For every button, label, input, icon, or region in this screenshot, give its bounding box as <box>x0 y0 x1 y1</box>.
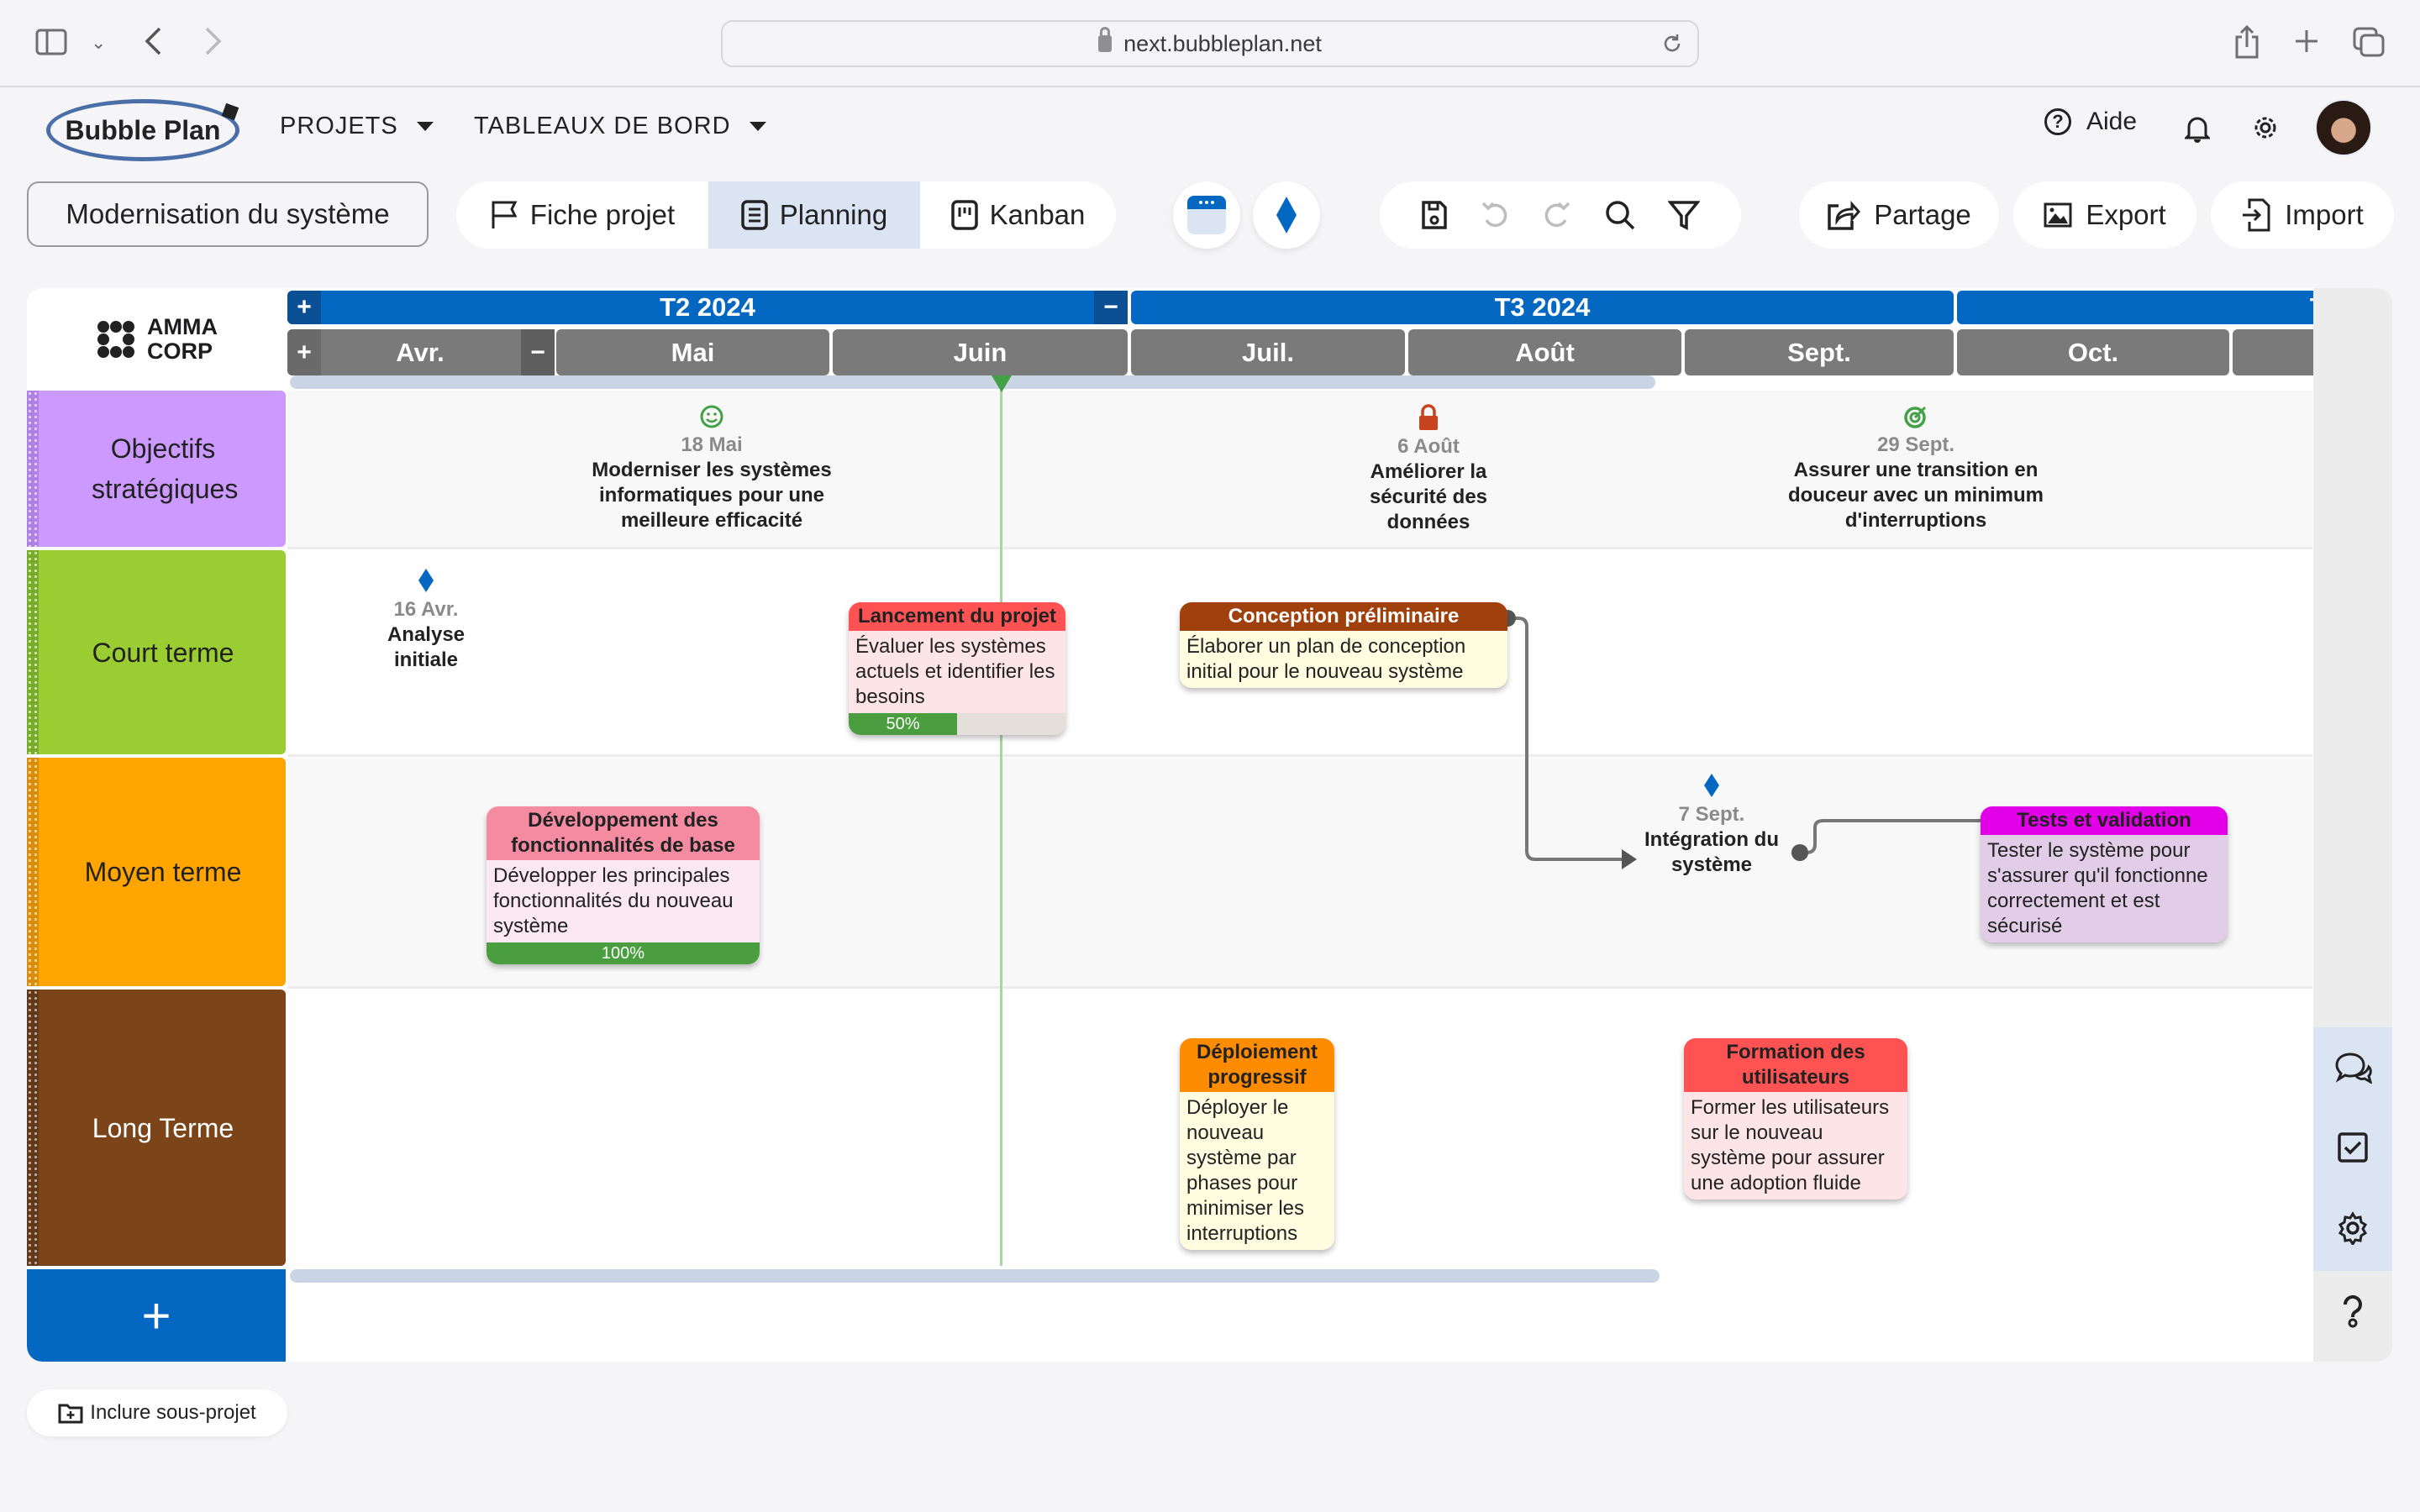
add-lane-button[interactable]: + <box>27 1269 286 1362</box>
share-button[interactable]: Partage <box>1799 181 1999 249</box>
url-bar[interactable]: next.bubbleplan.net <box>721 20 1699 67</box>
progress-fill: 100% <box>487 942 760 964</box>
share-label: Partage <box>1874 199 1971 230</box>
task-description: Déployer le nouveau système par phases p… <box>1186 1096 1305 1245</box>
dependency-links <box>1507 617 1998 869</box>
task-title: Conception préliminaire <box>1180 602 1507 631</box>
tabs-overview-icon[interactable] <box>2353 27 2385 57</box>
help-button[interactable]: ? Aide <box>2044 108 2137 136</box>
bell-icon[interactable] <box>2185 114 2210 143</box>
help-label: Aide <box>2086 108 2138 135</box>
diamond-icon <box>1276 197 1297 234</box>
kanban-icon <box>950 200 978 230</box>
task-title: Formation des utilisateurs <box>1684 1038 1907 1092</box>
dependency-link[interactable] <box>1507 617 1623 861</box>
task-description: Tester le système pour s'assurer qu'il f… <box>1987 839 2208 937</box>
save-icon[interactable] <box>1421 200 1448 230</box>
project-name: Modernisation du système <box>66 198 390 229</box>
user-avatar[interactable] <box>2315 99 2372 156</box>
bubble-plan-logo[interactable]: Bubble Plan <box>46 99 239 161</box>
include-subproject-button[interactable]: Inclure sous-projet <box>27 1389 287 1436</box>
progress-fill: 50% <box>849 713 957 735</box>
nav-tableaux-de-bord[interactable]: TABLEAUX DE BORD <box>474 113 766 140</box>
browser-chrome: ⌄ next.bubbleplan.net <box>0 0 2420 87</box>
nav-projets[interactable]: PROJETS <box>280 113 434 140</box>
lock-icon <box>1098 27 1113 52</box>
tab-kanban-label: Kanban <box>989 199 1086 230</box>
planning-board: AMMA CORP T2 2024 + − T3 2024 T4 Avr. + … <box>27 288 2392 1362</box>
task-card[interactable]: Tests et validation Tester le système po… <box>1981 768 2228 942</box>
image-icon <box>2044 202 2072 228</box>
caret-down-icon <box>749 122 766 131</box>
forward-icon[interactable] <box>203 25 224 57</box>
tab-fiche-projet-label: Fiche projet <box>529 199 676 230</box>
milestone-button[interactable] <box>1253 181 1320 249</box>
export-button[interactable]: Export <box>2013 181 2196 249</box>
undo-icon[interactable] <box>1480 200 1510 230</box>
plus-icon: + <box>141 1287 171 1344</box>
tools-group <box>1380 181 1741 249</box>
new-tab-icon[interactable] <box>2294 29 2319 54</box>
include-subproject-label: Inclure sous-projet <box>90 1401 256 1424</box>
flag-icon <box>490 200 518 230</box>
task-title: Déploiement progressif <box>1180 1038 1334 1092</box>
chevron-down-icon[interactable]: ⌄ <box>91 34 106 52</box>
task-description: Élaborer un plan de conception initial p… <box>1186 635 1466 683</box>
checklist-icon[interactable] <box>2313 1132 2392 1163</box>
calendar-icon <box>1186 194 1228 236</box>
task-title: Lancement du projet <box>849 602 1065 631</box>
logo-text: Bubble Plan <box>65 114 221 145</box>
sidebar-toggle-icon[interactable] <box>35 29 67 55</box>
task-card[interactable]: Conception préliminaire Élaborer un plan… <box>1180 564 1507 688</box>
task-description: Évaluer les systèmes actuels et identifi… <box>855 635 1055 708</box>
gear-icon[interactable] <box>2313 1211 2392 1245</box>
task-description: Développer les principales fonctionnalit… <box>493 864 734 937</box>
task-title: Tests et validation <box>1981 806 2228 835</box>
project-name-field[interactable]: Modernisation du système <box>27 181 429 247</box>
link-handle[interactable] <box>1791 844 1808 861</box>
caret-down-icon <box>416 122 434 131</box>
share-icon[interactable] <box>2233 25 2260 59</box>
task-card[interactable]: Développement des fonctionnalités de bas… <box>487 768 760 964</box>
task-card[interactable]: Formation des utilisateurs Former les ut… <box>1684 1000 1907 1200</box>
help-question-icon[interactable] <box>2313 1294 2392 1328</box>
folder-plus-icon <box>58 1402 83 1424</box>
tab-planning[interactable]: Planning <box>708 181 920 249</box>
task-description: Former les utilisateurs sur le nouveau s… <box>1691 1096 1890 1194</box>
progress-bar: 50% <box>849 713 1065 735</box>
arrow-head <box>1622 849 1637 869</box>
tab-kanban[interactable]: Kanban <box>920 181 1116 249</box>
help-icon: ? <box>2044 108 2071 135</box>
import-label: Import <box>2285 199 2364 230</box>
horizontal-scrollbar-bottom[interactable] <box>290 1269 1660 1283</box>
progress-bar: 100% <box>487 942 760 964</box>
logo-dot <box>221 102 239 121</box>
comments-icon[interactable] <box>2313 1050 2392 1084</box>
task-card[interactable]: Lancement du projet Évaluer les systèmes… <box>849 564 1065 735</box>
nav-projets-label: PROJETS <box>280 113 398 139</box>
reload-icon[interactable] <box>1660 32 1684 55</box>
nav-tableaux-label: TABLEAUX DE BORD <box>474 113 731 139</box>
url-text: next.bubbleplan.net <box>1123 30 1322 56</box>
task-card[interactable]: Déploiement progressif Déployer le nouve… <box>1180 1000 1334 1250</box>
filter-icon[interactable] <box>1668 199 1700 231</box>
import-button[interactable]: Import <box>2211 181 2394 249</box>
tab-fiche-projet[interactable]: Fiche projet <box>456 181 708 249</box>
task-title: Développement des fonctionnalités de bas… <box>487 806 760 860</box>
view-tabs: Fiche projet Planning Kanban <box>456 181 1116 249</box>
search-icon[interactable] <box>1604 199 1636 231</box>
back-icon[interactable] <box>143 25 163 57</box>
export-label: Export <box>2086 199 2166 230</box>
dependency-link[interactable] <box>1800 819 1985 854</box>
tab-planning-label: Planning <box>779 199 888 230</box>
redo-icon[interactable] <box>1542 200 1572 230</box>
planning-icon <box>741 200 768 230</box>
calendar-view-button[interactable] <box>1173 181 1240 249</box>
share-arrow-icon <box>1827 199 1861 231</box>
settings-gear-icon[interactable] <box>2252 114 2279 141</box>
right-sidebar <box>2313 288 2392 1362</box>
file-import-icon <box>2241 198 2271 232</box>
